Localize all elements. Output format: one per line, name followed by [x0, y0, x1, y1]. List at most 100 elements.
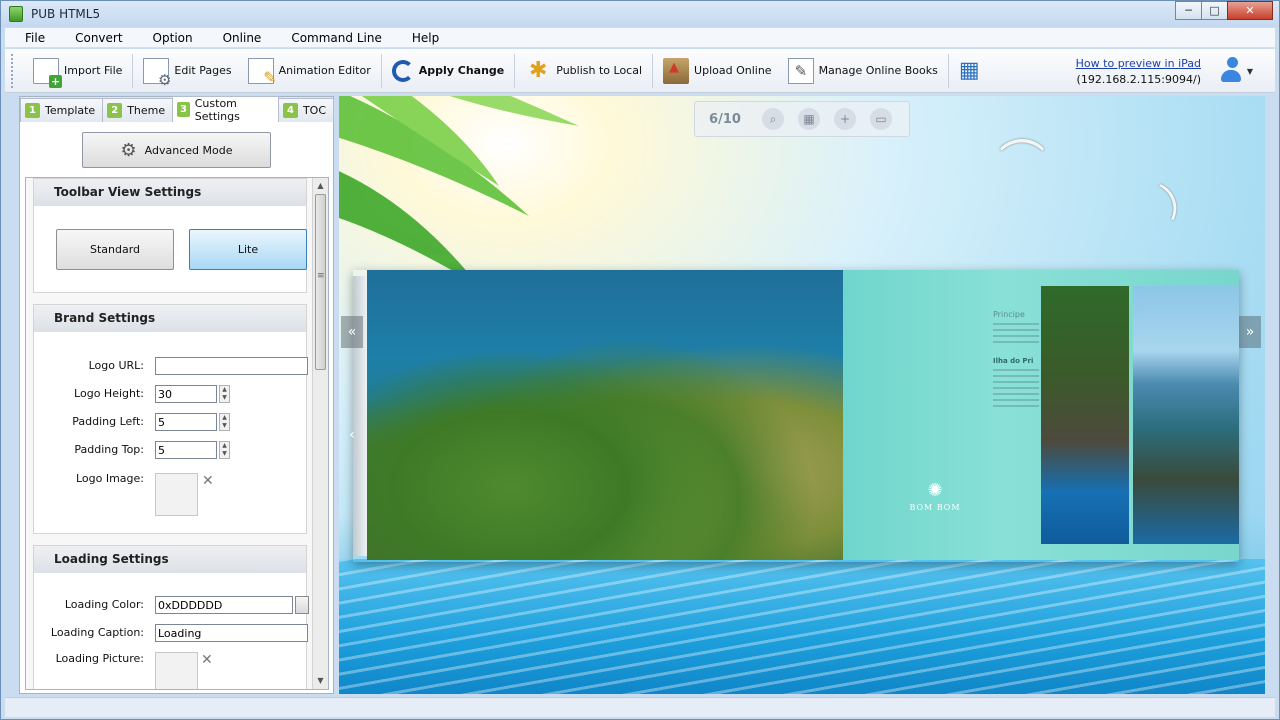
menu-option[interactable]: Option	[133, 31, 203, 45]
chevron-down-icon[interactable]: ▼	[1247, 67, 1253, 76]
tab-toc[interactable]: 4 TOC	[277, 98, 334, 122]
search-icon[interactable]: ⌕	[762, 108, 784, 130]
window-title: PUB HTML5	[31, 7, 101, 21]
right-page: ✺ BOM BOM Principe Ilha do Pri	[843, 270, 1239, 560]
first-page-icon[interactable]: «	[341, 316, 363, 348]
loading-picture-picker[interactable]	[155, 652, 198, 689]
logo-height-stepper[interactable]: ▲ ▼	[219, 385, 230, 403]
tab-label: Template	[45, 104, 96, 117]
animation-editor-icon	[247, 57, 277, 87]
manage-online-label: Manage Online Books	[818, 64, 938, 77]
edit-pages-icon	[143, 57, 171, 89]
toolbar-separator	[652, 53, 654, 88]
cart-button[interactable]: ▦	[951, 52, 998, 90]
import-file-icon	[33, 57, 62, 88]
loading-color-input[interactable]	[155, 596, 293, 614]
menu-online[interactable]: Online	[203, 31, 272, 45]
import-file-label: Import File	[64, 64, 123, 77]
loading-caption-input[interactable]	[155, 624, 308, 642]
logo-height-input[interactable]	[155, 385, 217, 403]
maximize-button[interactable]: □	[1201, 1, 1228, 20]
manage-books-icon	[787, 57, 814, 84]
settings-scrollbar[interactable]: ▲ ▼	[312, 178, 328, 689]
manage-online-books-button[interactable]: Manage Online Books	[780, 52, 946, 90]
close-button[interactable]: ✕	[1227, 1, 1273, 20]
advanced-mode-button[interactable]: ⚙ Advanced Mode	[82, 132, 271, 168]
thumbnails-icon[interactable]: ▦	[798, 108, 820, 130]
color-picker-button[interactable]	[295, 596, 309, 614]
seagull-image: ⌒	[999, 135, 1045, 189]
standard-view-button[interactable]: Standard	[56, 229, 174, 270]
tab-label: TOC	[302, 104, 326, 117]
padding-left-stepper[interactable]: ▲ ▼	[219, 413, 230, 431]
publish-local-button[interactable]: ✱ Publish to Local	[517, 52, 650, 90]
animation-editor-label: Animation Editor	[278, 64, 371, 77]
clear-logo-image-icon[interactable]: ✕	[202, 473, 214, 489]
gear-icon: ⚙	[120, 139, 137, 161]
edit-pages-label: Edit Pages	[174, 64, 232, 77]
ipad-address: (192.168.2.115:9094/)	[1076, 73, 1201, 86]
logo-image-label: Logo Image:	[75, 472, 144, 485]
scroll-down-icon[interactable]: ▼	[313, 673, 328, 689]
tab-number: 4	[282, 103, 298, 118]
scroll-up-icon[interactable]: ▲	[313, 178, 328, 194]
section-title[interactable]: Brand Settings	[34, 305, 306, 332]
menu-help[interactable]: Help	[392, 31, 449, 45]
tab-theme[interactable]: 2 Theme	[102, 98, 174, 122]
minimize-button[interactable]: ─	[1175, 1, 1202, 20]
upload-icon	[663, 57, 690, 84]
loading-color-label: Loading Color:	[64, 598, 144, 611]
padding-left-input[interactable]	[155, 413, 217, 431]
advanced-mode-label: Advanced Mode	[144, 143, 233, 157]
tab-custom-settings[interactable]: 3 Custom Settings	[172, 96, 279, 123]
menu-file[interactable]: File	[5, 31, 55, 45]
page-counter: 6/10	[709, 111, 741, 127]
cliff-photo	[1041, 286, 1129, 544]
loading-color-row: Loading Color:	[34, 596, 309, 614]
logo-url-label: Logo URL:	[88, 359, 144, 372]
clear-loading-picture-icon[interactable]: ✕	[201, 652, 213, 668]
padding-top-input[interactable]	[155, 441, 217, 459]
main-toolbar: Import File Edit Pages Animation Editor …	[5, 49, 1275, 93]
apply-change-label: Apply Change	[418, 64, 505, 77]
import-file-button[interactable]: Import File	[25, 52, 130, 90]
upload-online-button[interactable]: Upload Online	[655, 52, 780, 90]
toolbar-separator	[947, 53, 949, 88]
cart-icon: ▦	[958, 57, 980, 83]
flipbook[interactable]: ✺ BOM BOM Principe Ilha do Pri	[353, 270, 1239, 562]
title-bar: PUB HTML5 ─ □ ✕	[1, 1, 1279, 27]
user-icon[interactable]	[1221, 57, 1243, 83]
tab-label: Theme	[127, 104, 166, 117]
page-heading: Principe	[993, 310, 1025, 319]
logo-url-row: Logo URL:	[34, 357, 308, 375]
section-title[interactable]: Toolbar View Settings	[34, 179, 306, 206]
menu-command-line[interactable]: Command Line	[271, 31, 392, 45]
lite-view-button[interactable]: Lite	[189, 229, 307, 270]
fullscreen-icon[interactable]: ▭	[870, 108, 892, 130]
settings-scroll-area: Toolbar View Settings Standard Lite Bran…	[25, 177, 329, 690]
last-page-icon[interactable]: »	[1239, 316, 1261, 348]
padding-top-label: Padding Top:	[74, 443, 144, 456]
padding-left-label: Padding Left:	[72, 415, 144, 428]
apply-change-button[interactable]: Apply Change	[384, 52, 513, 90]
zoom-in-icon[interactable]: +	[834, 108, 856, 130]
sun-icon: ✺	[927, 480, 943, 501]
toolbar-view-section: Toolbar View Settings Standard Lite	[33, 178, 307, 293]
tab-template[interactable]: 1 Template	[20, 98, 104, 122]
scrollbar-thumb[interactable]	[315, 194, 326, 370]
edit-pages-button[interactable]: Edit Pages	[135, 52, 239, 90]
previous-page-icon[interactable]: ‹	[341, 419, 363, 451]
section-title[interactable]: Loading Settings	[34, 546, 306, 573]
sea-background	[339, 559, 1265, 694]
ipad-preview-link[interactable]: How to preview in iPad	[1076, 57, 1201, 70]
animation-editor-button[interactable]: Animation Editor	[240, 52, 379, 90]
logo-url-input[interactable]	[155, 357, 308, 375]
app-window: PUB HTML5 ─ □ ✕ File Convert Option Onli…	[0, 0, 1280, 720]
toolbar-separator	[132, 53, 134, 88]
tab-label: Custom Settings	[194, 96, 240, 123]
logo-image-picker[interactable]	[155, 473, 198, 516]
padding-top-row: Padding Top: ▲▼	[34, 441, 308, 459]
publish-local-label: Publish to Local	[556, 64, 643, 77]
padding-top-stepper[interactable]: ▲ ▼	[219, 441, 230, 459]
menu-convert[interactable]: Convert	[55, 31, 132, 45]
